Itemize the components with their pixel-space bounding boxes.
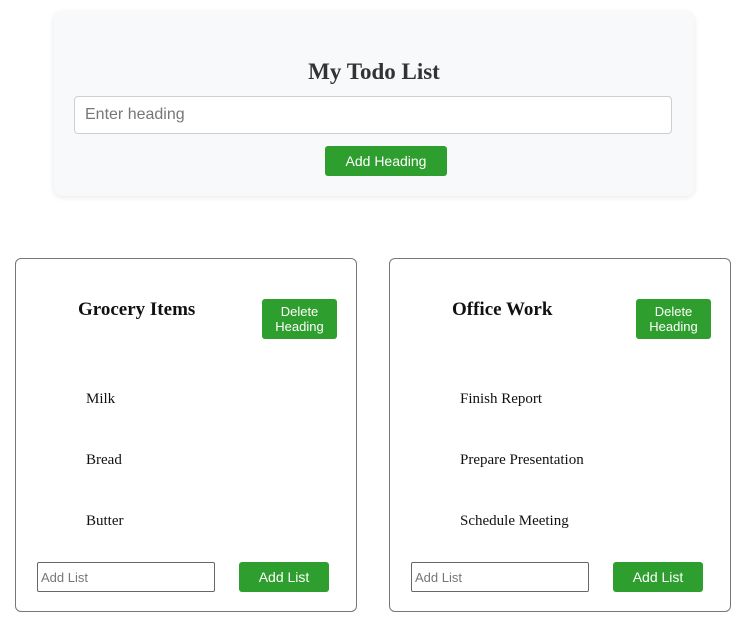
delete-heading-button[interactable]: Delete Heading — [262, 299, 337, 339]
card-heading: Grocery Items — [78, 299, 196, 320]
list-item: Milk — [86, 391, 116, 407]
list-item: Finish Report — [460, 391, 543, 407]
list-item: Prepare Presentation — [460, 452, 584, 468]
heading-form-panel: My Todo List Add Heading — [54, 12, 694, 196]
add-list-input[interactable] — [411, 562, 589, 592]
todo-list: Finish Report Prepare Presentation Sched… — [460, 390, 584, 573]
add-list-button[interactable]: Add List — [613, 562, 703, 592]
delete-heading-button[interactable]: Delete Heading — [636, 299, 711, 339]
todo-list: Milk Bread Butter — [86, 390, 124, 573]
page-title: My Todo List — [308, 59, 440, 84]
add-heading-button[interactable]: Add Heading — [325, 146, 447, 176]
add-list-button[interactable]: Add List — [239, 562, 329, 592]
todo-card-grocery-items: Grocery Items Delete Heading Milk Bread … — [15, 258, 357, 612]
list-item: Bread — [86, 452, 122, 468]
add-list-input[interactable] — [37, 562, 215, 592]
todo-card-office-work: Office Work Delete Heading Finish Report… — [389, 258, 731, 612]
heading-input[interactable] — [74, 96, 672, 134]
card-heading: Office Work — [452, 299, 553, 320]
